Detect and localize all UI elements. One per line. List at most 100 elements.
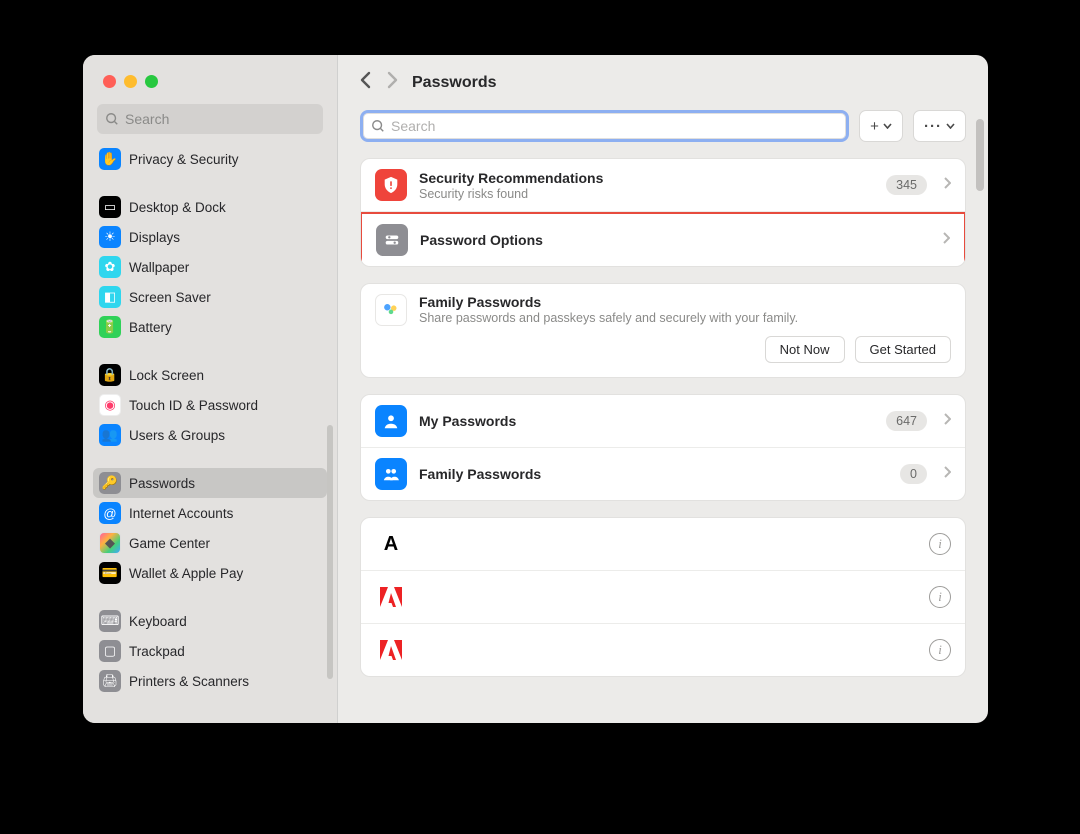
- chevron-right-icon: [943, 465, 951, 483]
- back-button[interactable]: [360, 71, 372, 94]
- fingerprint-icon: ◉: [99, 394, 121, 416]
- hand-icon: ✋: [99, 148, 121, 170]
- flower-icon: ✿: [99, 256, 121, 278]
- key-icon: 🔑: [99, 472, 121, 494]
- sidebar-item-keyboard[interactable]: ⌨ Keyboard: [93, 606, 327, 636]
- sidebar-item-passwords[interactable]: 🔑Passwords: [93, 468, 327, 498]
- row-body: My Passwords: [419, 413, 874, 429]
- adobe-icon: [375, 634, 407, 666]
- sidebar-item-lock-screen[interactable]: 🔒Lock Screen: [93, 360, 327, 390]
- family-promo-subtitle: Share passwords and passkeys safely and …: [419, 311, 951, 325]
- main-scrollbar[interactable]: [976, 119, 984, 191]
- family-icon: [375, 294, 407, 326]
- sidebar-item-label: Trackpad: [129, 644, 185, 659]
- chevron-right-icon: [943, 176, 951, 194]
- main-content: Passwords + ···: [338, 55, 988, 723]
- more-button[interactable]: ···: [913, 110, 966, 142]
- family-promo-row: Family Passwords Share passwords and pas…: [361, 284, 965, 336]
- header: Passwords: [338, 55, 988, 102]
- family-promo-card: Family Passwords Share passwords and pas…: [360, 283, 966, 378]
- sidebar-search[interactable]: Search: [97, 104, 323, 134]
- search-icon: [371, 119, 385, 133]
- minimize-window-button[interactable]: [124, 75, 137, 88]
- sidebar-item-label: Desktop & Dock: [129, 200, 226, 215]
- fullscreen-window-button[interactable]: [145, 75, 158, 88]
- chevron-down-icon: [946, 123, 955, 129]
- redacted-entry: [419, 530, 917, 558]
- sidebar-item-desktop-dock[interactable]: ▭ Desktop & Dock: [93, 192, 327, 222]
- sidebar-item-internet-accounts[interactable]: @ Internet Accounts: [93, 498, 327, 528]
- at-icon: @: [99, 502, 121, 524]
- sidebar-item-label: Keyboard: [129, 614, 187, 629]
- sidebar-item-game-center[interactable]: ◆Game Center: [93, 528, 327, 558]
- toggles-icon: [376, 224, 408, 256]
- sidebar-item-label: Users & Groups: [129, 428, 225, 443]
- password-groups-card: My Passwords 647 Family Passwords: [360, 394, 966, 501]
- security-recommendations-subtitle: Security risks found: [419, 187, 874, 201]
- sidebar-list: ✋ Privacy & Security ▭ Desktop & Dock ☀ Displ…: [83, 144, 337, 723]
- password-options-row[interactable]: Password Options: [360, 212, 966, 266]
- toolbar: + ···: [338, 102, 988, 158]
- info-icon[interactable]: i: [929, 586, 951, 608]
- security-recommendations-row[interactable]: Security Recommendations Security risks …: [361, 159, 965, 212]
- row-body: Family Passwords Share passwords and pas…: [419, 294, 951, 325]
- family-promo-actions: Not Now Get Started: [361, 336, 965, 377]
- sidebar-item-wallet-apple-pay[interactable]: 💳 Wallet & Apple Pay: [93, 558, 327, 588]
- users-icon: 👥: [99, 424, 121, 446]
- family-passwords-row[interactable]: Family Passwords 0: [361, 448, 965, 500]
- family-promo-title: Family Passwords: [419, 294, 951, 310]
- add-button[interactable]: +: [859, 110, 903, 142]
- keyboard-icon: ⌨: [99, 610, 121, 632]
- sidebar-item-label: Wallet & Apple Pay: [129, 566, 243, 581]
- password-entry-row[interactable]: i: [361, 571, 965, 624]
- sidebar-item-wallpaper[interactable]: ✿ Wallpaper: [93, 252, 327, 282]
- sidebar-item-label: Privacy & Security: [129, 152, 239, 167]
- chevron-right-icon: [943, 412, 951, 430]
- password-entry-row[interactable]: i: [361, 624, 965, 676]
- sidebar-item-label: Printers & Scanners: [129, 674, 249, 689]
- info-icon[interactable]: i: [929, 639, 951, 661]
- page-title: Passwords: [412, 74, 496, 92]
- sidebar-item-trackpad[interactable]: ▢ Trackpad: [93, 636, 327, 666]
- not-now-button[interactable]: Not Now: [765, 336, 845, 363]
- passwords-search-field[interactable]: [360, 110, 849, 142]
- sidebar-item-printers-scanners[interactable]: 🖨Printers & Scanners: [93, 666, 327, 696]
- passwords-search-input[interactable]: [391, 118, 838, 134]
- sidebar-item-touch-id-password[interactable]: ◉Touch ID & Password: [93, 390, 327, 420]
- info-icon[interactable]: i: [929, 533, 951, 555]
- my-passwords-row[interactable]: My Passwords 647: [361, 395, 965, 448]
- trackpad-icon: ▢: [99, 640, 121, 662]
- family-passwords-count: 0: [900, 464, 927, 484]
- security-recommendations-title: Security Recommendations: [419, 170, 874, 186]
- redacted-entry: [419, 636, 917, 664]
- lock-icon: 🔒: [99, 364, 121, 386]
- close-window-button[interactable]: [103, 75, 116, 88]
- sidebar-scrollbar[interactable]: [327, 425, 333, 679]
- gamecenter-icon: ◆: [99, 532, 121, 554]
- sidebar-item-label: Battery: [129, 320, 172, 335]
- dock-icon: ▭: [99, 196, 121, 218]
- row-body: Security Recommendations Security risks …: [419, 170, 874, 201]
- sidebar-item-label: Wallpaper: [129, 260, 189, 275]
- sidebar-item-label: Internet Accounts: [129, 506, 233, 521]
- sidebar-item-displays[interactable]: ☀ Displays: [93, 222, 327, 252]
- redacted-entry: [419, 583, 917, 611]
- sidebar-item-users-groups[interactable]: 👥 Users & Groups: [93, 420, 327, 450]
- search-icon: [105, 112, 119, 126]
- sidebar-item-privacy-security[interactable]: ✋ Privacy & Security: [93, 144, 327, 174]
- sidebar-item-screen-saver[interactable]: ◧Screen Saver: [93, 282, 327, 312]
- password-entry-row[interactable]: A i: [361, 518, 965, 571]
- row-body: Family Passwords: [419, 466, 888, 482]
- get-started-button[interactable]: Get Started: [855, 336, 951, 363]
- settings-window: Search ✋ Privacy & Security ▭ Desktop & Doc…: [83, 55, 988, 723]
- main-scroll[interactable]: Security Recommendations Security risks …: [338, 158, 988, 723]
- ellipsis-icon: ···: [924, 118, 942, 135]
- forward-button[interactable]: [386, 71, 398, 94]
- my-passwords-count: 647: [886, 411, 927, 431]
- sidebar-item-battery[interactable]: 🔋Battery: [93, 312, 327, 342]
- wallet-icon: 💳: [99, 562, 121, 584]
- people-icon: [375, 458, 407, 490]
- sidebar-item-label: Displays: [129, 230, 180, 245]
- sun-icon: ☀: [99, 226, 121, 248]
- site-letter-icon: A: [375, 528, 407, 560]
